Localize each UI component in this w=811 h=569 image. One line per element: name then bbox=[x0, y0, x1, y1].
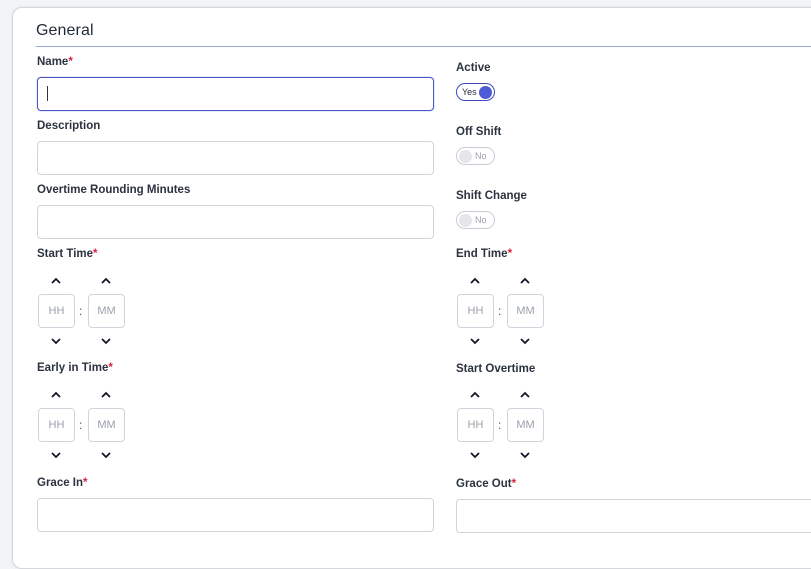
chevron-up-icon[interactable] bbox=[470, 277, 480, 285]
start-time-hour-input[interactable]: HH bbox=[38, 294, 75, 328]
time-separator: : bbox=[79, 418, 83, 432]
time-separator: : bbox=[498, 304, 502, 318]
grace-out-label: Grace Out* bbox=[456, 478, 517, 490]
chevron-down-icon[interactable] bbox=[520, 451, 530, 459]
toggle-knob bbox=[479, 85, 492, 99]
start-time-label: Start Time* bbox=[37, 248, 98, 260]
grace-in-label: Grace In* bbox=[37, 477, 88, 489]
overtime-rounding-label: Overtime Rounding Minutes bbox=[37, 184, 191, 196]
toggle-state-text: No bbox=[475, 150, 487, 161]
grace-out-input[interactable] bbox=[456, 499, 811, 533]
chevron-down-icon[interactable] bbox=[101, 451, 111, 459]
shift-change-label: Shift Change bbox=[456, 190, 527, 202]
start-overtime-label: Start Overtime bbox=[456, 363, 536, 375]
chevron-up-icon[interactable] bbox=[101, 277, 111, 285]
chevron-up-icon[interactable] bbox=[520, 277, 530, 285]
start-time-minute-input[interactable]: MM bbox=[88, 294, 125, 328]
active-label: Active bbox=[456, 62, 491, 74]
name-label: Name* bbox=[37, 56, 73, 68]
time-separator: : bbox=[79, 304, 83, 318]
description-label: Description bbox=[37, 120, 101, 132]
chevron-down-icon[interactable] bbox=[470, 337, 480, 345]
overtime-rounding-input[interactable] bbox=[37, 205, 434, 239]
section-divider bbox=[36, 46, 811, 47]
name-input[interactable] bbox=[37, 77, 434, 111]
chevron-down-icon[interactable] bbox=[51, 337, 61, 345]
text-caret bbox=[47, 86, 48, 101]
chevron-down-icon[interactable] bbox=[101, 337, 111, 345]
end-time-label: End Time* bbox=[456, 248, 513, 260]
off-shift-toggle[interactable]: No bbox=[456, 147, 495, 165]
toggle-knob bbox=[459, 213, 472, 227]
end-time-hour-input[interactable]: HH bbox=[457, 294, 494, 328]
toggle-state-text: Yes bbox=[462, 86, 477, 97]
section-title: General bbox=[36, 22, 94, 39]
chevron-down-icon[interactable] bbox=[520, 337, 530, 345]
early-in-time-hour-input[interactable]: HH bbox=[38, 408, 75, 442]
toggle-knob bbox=[459, 149, 472, 163]
chevron-up-icon[interactable] bbox=[51, 391, 61, 399]
description-input[interactable] bbox=[37, 141, 434, 175]
active-toggle[interactable]: Yes bbox=[456, 83, 495, 101]
chevron-down-icon[interactable] bbox=[470, 451, 480, 459]
shift-change-toggle[interactable]: No bbox=[456, 211, 495, 229]
toggle-state-text: No bbox=[475, 214, 487, 225]
end-time-minute-input[interactable]: MM bbox=[507, 294, 544, 328]
off-shift-label: Off Shift bbox=[456, 126, 502, 138]
early-in-time-label: Early in Time* bbox=[37, 362, 113, 374]
chevron-up-icon[interactable] bbox=[101, 391, 111, 399]
time-separator: : bbox=[498, 418, 502, 432]
start-overtime-hour-input[interactable]: HH bbox=[457, 408, 494, 442]
chevron-down-icon[interactable] bbox=[51, 451, 61, 459]
start-overtime-minute-input[interactable]: MM bbox=[507, 408, 544, 442]
grace-in-input[interactable] bbox=[37, 498, 434, 532]
chevron-up-icon[interactable] bbox=[520, 391, 530, 399]
chevron-up-icon[interactable] bbox=[51, 277, 61, 285]
early-in-time-minute-input[interactable]: MM bbox=[88, 408, 125, 442]
chevron-up-icon[interactable] bbox=[470, 391, 480, 399]
